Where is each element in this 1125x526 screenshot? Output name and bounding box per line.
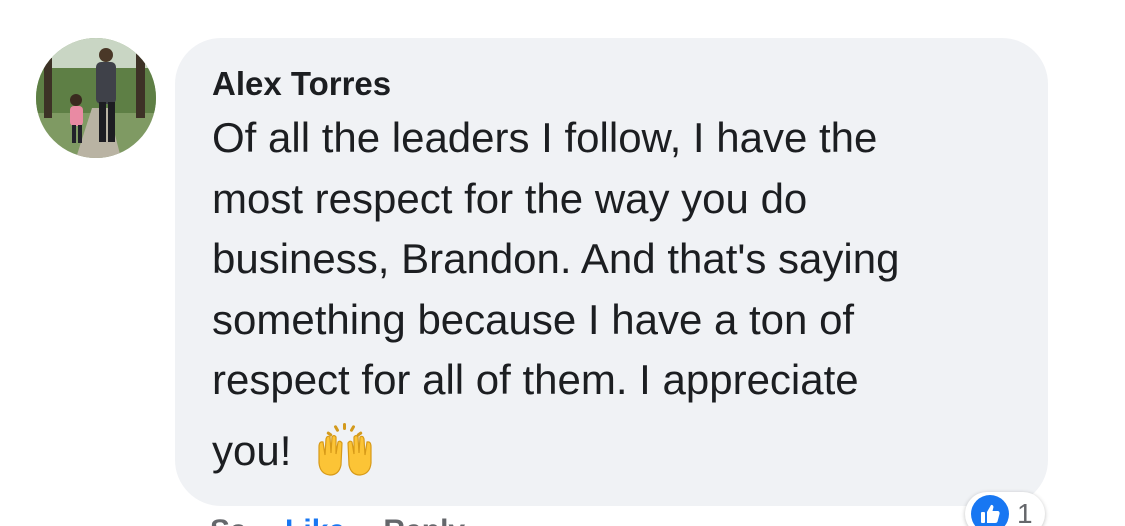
comment-text-line: Of all the leaders I follow, I have the [212,114,878,161]
comment-text-line: most respect for the way you do [212,174,808,222]
like-link[interactable]: Like [285,514,345,526]
comment-view: Alex Torres Of all the leaders I follow,… [0,0,1125,526]
reaction-count: 1 [1017,498,1033,526]
comment-author[interactable]: Alex Torres [212,64,1018,104]
comment-bubble: Alex Torres Of all the leaders I follow,… [175,38,1048,506]
avatar-photo [36,38,156,158]
comment-text-line: business, Brandon. And that's saying [212,235,900,282]
comment-text-last-line: you! [212,421,1022,493]
reply-link[interactable]: Reply [383,514,465,526]
thumbs-up-icon [971,495,1009,526]
action-first[interactable]: Sa [210,514,247,526]
comment-actions: Sa Like Reply [210,514,495,526]
avatar[interactable] [36,38,156,158]
reaction-summary[interactable]: 1 [965,492,1045,526]
comment-text-line: respect for all of them. I appreciate [212,356,859,403]
comment-text: Of all the leaders I follow, I have the … [212,108,1022,493]
comment-text-line: you! [212,426,292,474]
raising-hands-emoji [315,421,375,493]
comment-text-line: something because I have a ton of [212,295,855,343]
